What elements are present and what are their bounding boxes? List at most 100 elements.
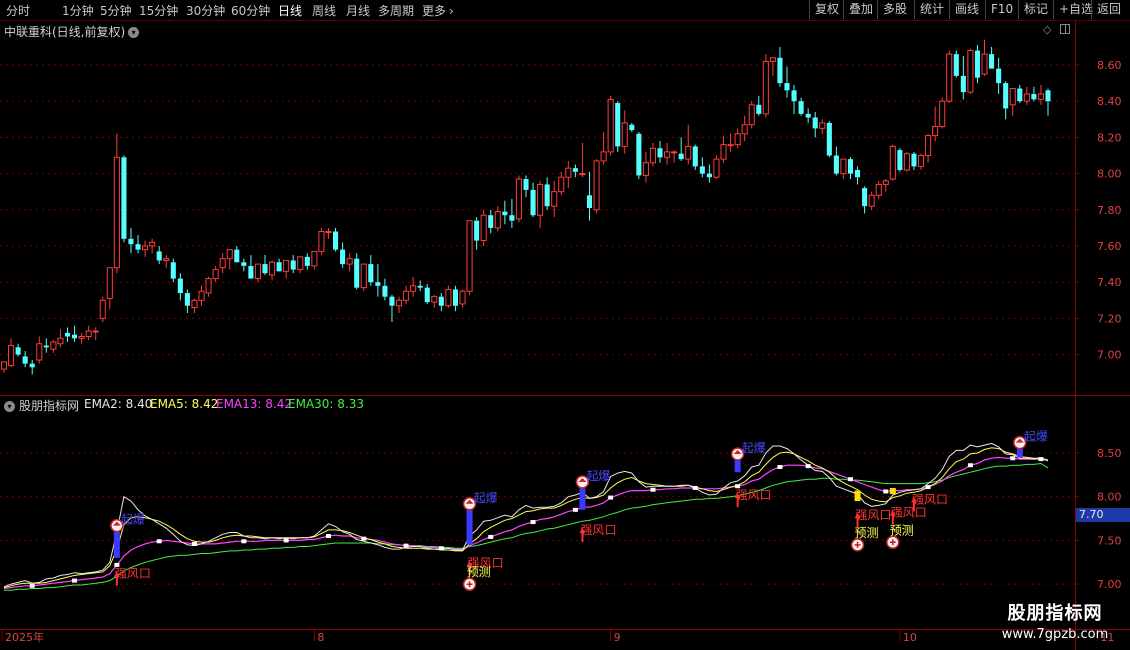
candle-layer (0, 39, 1051, 375)
candle-body-up (494, 211, 501, 229)
candle-body-down (572, 168, 578, 172)
candle-body-down (544, 184, 550, 207)
candle-body-down (15, 347, 21, 355)
candle-body-down (756, 104, 762, 114)
predict-label: 预测 (855, 526, 879, 540)
indicator-axis-label: 8.50 (1097, 447, 1122, 460)
candle-body-down (784, 83, 790, 91)
candle-body-up (769, 57, 776, 62)
candle-body-down (706, 173, 712, 178)
signal-bar (734, 459, 741, 473)
ema-dot-marker (650, 487, 656, 492)
candle-body-down (234, 249, 240, 263)
candle-body-down (375, 282, 381, 286)
candle-body-up (875, 183, 882, 196)
candle-body-up (85, 330, 92, 338)
candle-body-down (438, 296, 444, 306)
candle-body-down (791, 90, 797, 102)
candle-body-up (1023, 93, 1030, 102)
yellow-bar (889, 487, 896, 495)
candle-body-down (488, 215, 494, 228)
candle-body-up (579, 173, 586, 176)
candle-body-up (318, 231, 325, 252)
candle-body-up (191, 299, 198, 309)
candle-body-down (509, 215, 515, 221)
candle-body-up (762, 60, 769, 115)
candle-body-down (897, 150, 903, 170)
candle-body-up (1037, 93, 1044, 100)
candle-body-down (276, 262, 282, 272)
candle-body-down (798, 101, 804, 114)
ema-dot-marker (925, 485, 931, 490)
candle-body-up (459, 290, 466, 305)
candle-body-up (685, 145, 692, 160)
candle-body-up (593, 160, 600, 211)
candle-body-up (113, 156, 120, 269)
price-axis-label: 7.00 (1097, 349, 1122, 362)
candle-body-down (833, 155, 839, 174)
candle-body-down (692, 146, 698, 167)
ema-dot-marker (191, 541, 197, 546)
candle-body-down (241, 262, 247, 266)
candle-body-down (1031, 93, 1037, 100)
candle-body-up (360, 263, 367, 289)
candle-body-up (537, 183, 544, 216)
ema-dot-marker (692, 485, 698, 490)
candle-body-up (649, 147, 657, 164)
candle-body-up (558, 176, 565, 193)
stock-title[interactable]: 中联重科(日线,前复权) ▾ (4, 23, 140, 40)
kline-chart[interactable]: 起爆起爆起爆起爆起爆强风口强风口强风口强风口强风口 强风口强风口预测预测 预测 8.… (0, 0, 1130, 650)
candle-body-up (311, 250, 318, 267)
candle-body-up (741, 124, 748, 135)
price-axis-label: 8.40 (1097, 95, 1122, 108)
candle-body-up (212, 269, 219, 280)
candle-body-up (642, 162, 649, 176)
price-axis-label: 7.20 (1097, 312, 1122, 325)
candle-body-up (671, 151, 678, 154)
candle-body-up (163, 258, 170, 261)
candle-body-up (727, 144, 734, 147)
indicator-name[interactable]: ▾ 股朋指标网 (4, 397, 79, 414)
predict-label: 预测 (467, 565, 491, 579)
date-axis-label: 9 (614, 631, 621, 644)
ema-dot-marker (847, 477, 853, 482)
diamond-icon[interactable]: ◇ (1043, 23, 1051, 36)
ema-dot-marker (29, 583, 35, 588)
candle-body-down (1045, 90, 1051, 102)
indicator-axis-label: 8.00 (1097, 491, 1122, 504)
candle-body-down (530, 189, 536, 216)
chevron-down-icon[interactable]: ▾ (4, 401, 15, 412)
candle-body-down (1003, 83, 1009, 109)
signal-label: 起爆 (1024, 430, 1048, 444)
signal-label: 起爆 (742, 441, 766, 455)
signal-bar (579, 487, 586, 510)
signal-label: 起爆 (474, 491, 498, 505)
candle-body-up (8, 345, 15, 366)
ema-dot-marker (283, 538, 289, 543)
candle-body-up (92, 330, 99, 333)
ema5-value: EMA5: 8.42 (150, 397, 219, 411)
candle-body-down (156, 251, 162, 261)
candle-body-up (600, 151, 607, 162)
candle-body-down (629, 124, 635, 131)
candle-body-down (64, 332, 71, 337)
candle-body-up (198, 290, 205, 301)
stock-title-bar: 中联重科(日线,前复权) ▾ ◇ (0, 21, 1075, 39)
ema-dot-marker (488, 534, 494, 539)
candle-body-up (445, 288, 452, 307)
indicator-axis-label: 7.50 (1097, 534, 1122, 547)
candle-body-down (974, 50, 980, 78)
price-axis-label: 7.80 (1097, 204, 1122, 217)
signal-bar (1016, 448, 1023, 458)
candle-body-up (325, 231, 332, 234)
candle-body-down (996, 68, 1002, 84)
candle-body-up (480, 214, 487, 242)
window-toggle-icon[interactable] (1060, 24, 1070, 34)
candle-body-down (177, 278, 183, 294)
date-axis-label: 8 (317, 631, 324, 644)
candle-body-up (903, 153, 910, 171)
chevron-down-icon[interactable]: ▾ (128, 27, 140, 38)
candle-body-down (615, 103, 621, 147)
ema-dot-marker (72, 578, 78, 583)
candle-body-up (551, 191, 558, 207)
